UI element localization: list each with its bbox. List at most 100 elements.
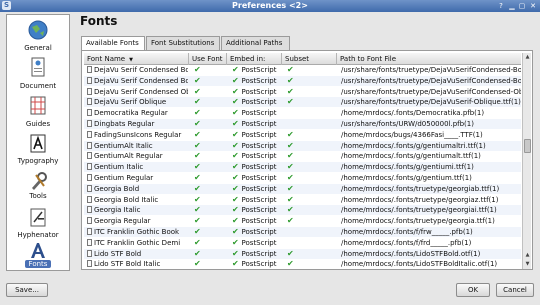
embed-in-checkbox[interactable]: ✔ PostScript [232, 184, 284, 194]
help-icon[interactable]: ? [496, 1, 506, 11]
use-font-checkbox[interactable]: ✔ [194, 249, 224, 259]
sidebar-item-tools[interactable]: Tools [7, 169, 69, 205]
scroll-thumb[interactable] [524, 139, 531, 153]
table-row[interactable]: Lido STF Bold ✔ ✔ PostScript ✔/home/mrdocs/… [84, 248, 521, 259]
use-font-checkbox[interactable]: ✔ [194, 151, 224, 161]
table-row[interactable]: DejaVu Serif Condensed Obl ✔ ✔ PostScript ✔… [84, 87, 521, 97]
table-row[interactable]: Gentium Regular ✔ ✔ PostScript ✔/home/mrdoc… [84, 173, 521, 183]
use-font-checkbox[interactable]: ✔ [194, 130, 224, 140]
use-font-checkbox[interactable]: ✔ [194, 238, 224, 248]
embed-in-checkbox[interactable]: ✔ PostScript [232, 162, 284, 172]
table-row[interactable]: ITC Franklin Gothic Demi ✔ ✔ PostScript/ho… [84, 238, 521, 248]
subset-checkbox[interactable]: ✔ [287, 97, 327, 107]
embed-in-checkbox[interactable]: ✔ PostScript [232, 65, 284, 75]
embed-in-checkbox[interactable]: ✔ PostScript [232, 97, 284, 107]
embed-in-checkbox[interactable]: ✔ PostScript [232, 119, 284, 129]
sidebar-item-fonts[interactable]: Fonts [7, 241, 69, 270]
use-font-checkbox[interactable]: ✔ [194, 173, 224, 183]
use-font-checkbox[interactable]: ✔ [194, 87, 224, 97]
use-font-checkbox[interactable]: ✔ [194, 205, 224, 215]
subset-checkbox[interactable]: ✔ [287, 195, 327, 205]
scroll-down-icon[interactable]: ▼ [523, 260, 532, 269]
vertical-scrollbar[interactable]: ▲ ▲ ▼ [522, 53, 531, 269]
column-header-font-name[interactable]: Font Name ▼ [84, 53, 189, 65]
embed-in-checkbox[interactable]: ✔ PostScript [232, 259, 284, 269]
embed-in-checkbox[interactable]: ✔ PostScript [232, 216, 284, 226]
embed-in-checkbox[interactable]: ✔ PostScript [232, 195, 284, 205]
use-font-checkbox[interactable]: ✔ [194, 119, 224, 129]
subset-checkbox[interactable] [287, 119, 327, 129]
use-font-checkbox[interactable]: ✔ [194, 162, 224, 172]
sidebar-item-typography[interactable]: Typography [7, 131, 69, 167]
use-font-checkbox[interactable]: ✔ [194, 141, 224, 151]
embed-in-checkbox[interactable]: ✔ PostScript [232, 173, 284, 183]
scroll-up-icon[interactable]: ▲ [523, 251, 532, 260]
table-row[interactable]: DejaVu Serif Condensed Bold ✔ ✔ PostScript… [84, 65, 521, 75]
table-row[interactable]: DejaVu Serif Oblique ✔ ✔ PostScript ✔/usr/s… [84, 97, 521, 108]
tab-additional-paths[interactable]: Additional Paths [221, 36, 290, 50]
table-row[interactable]: GentiumAlt Regular ✔ ✔ PostScript ✔/home/mr… [84, 151, 521, 161]
subset-checkbox[interactable] [287, 238, 327, 248]
tab-available-fonts[interactable]: Available Fonts [81, 36, 145, 51]
subset-checkbox[interactable]: ✔ [287, 151, 327, 161]
subset-checkbox[interactable]: ✔ [287, 205, 327, 215]
table-row[interactable]: Georgia Bold Italic ✔ ✔ PostScript ✔/home/m… [84, 195, 521, 205]
table-row[interactable]: DejaVu Serif Condensed Bold ✔ ✔ PostScript… [84, 75, 521, 86]
embed-in-checkbox[interactable]: ✔ PostScript [232, 205, 284, 215]
table-row[interactable]: Lido STF Bold Italic ✔ ✔ PostScript ✔/home/… [84, 259, 521, 269]
embed-in-checkbox[interactable]: ✔ PostScript [232, 108, 284, 118]
table-row[interactable]: Georgia Italic ✔ ✔ PostScript ✔/home/mrdocs… [84, 205, 521, 216]
close-icon[interactable]: ✕ [528, 1, 538, 11]
subset-checkbox[interactable]: ✔ [287, 249, 327, 259]
ok-button[interactable]: OK [456, 283, 490, 297]
embed-in-checkbox[interactable]: ✔ PostScript [232, 87, 284, 97]
table-row[interactable]: ITC Franklin Gothic Book ✔ ✔ PostScript/ho… [84, 227, 521, 237]
subset-checkbox[interactable]: ✔ [287, 259, 327, 269]
table-row[interactable]: Georgia Bold ✔ ✔ PostScript ✔/home/mrdocs/.… [84, 183, 521, 194]
column-header-use-font[interactable]: Use Font [189, 53, 227, 65]
table-row[interactable]: FadingSunsIcons Regular ✔ ✔ PostScript ✔/ho… [84, 130, 521, 140]
embed-in-checkbox[interactable]: ✔ PostScript [232, 238, 284, 248]
use-font-checkbox[interactable]: ✔ [194, 195, 224, 205]
embed-in-checkbox[interactable]: ✔ PostScript [232, 249, 284, 259]
subset-checkbox[interactable]: ✔ [287, 65, 327, 75]
embed-in-checkbox[interactable]: ✔ PostScript [232, 151, 284, 161]
sidebar-item-document[interactable]: Document [7, 55, 69, 91]
use-font-checkbox[interactable]: ✔ [194, 259, 224, 269]
save-button[interactable]: Save... [6, 283, 48, 297]
tab-font-substitutions[interactable]: Font Substitutions [146, 36, 220, 50]
sidebar-item-hyphenator[interactable]: Hyphenator [7, 205, 69, 241]
use-font-checkbox[interactable]: ✔ [194, 97, 224, 107]
use-font-checkbox[interactable]: ✔ [194, 184, 224, 194]
subset-checkbox[interactable]: ✔ [287, 184, 327, 194]
subset-checkbox[interactable]: ✔ [287, 162, 327, 172]
subset-checkbox[interactable]: ✔ [287, 87, 327, 97]
column-header-subset[interactable]: Subset [282, 53, 337, 65]
use-font-checkbox[interactable]: ✔ [194, 216, 224, 226]
table-row[interactable]: Georgia Regular ✔ ✔ PostScript ✔/home/mrdoc… [84, 216, 521, 226]
use-font-checkbox[interactable]: ✔ [194, 227, 224, 237]
table-row[interactable]: Democratika Regular ✔ ✔ PostScript/home/mr… [84, 108, 521, 118]
subset-checkbox[interactable]: ✔ [287, 216, 327, 226]
subset-checkbox[interactable]: ✔ [287, 141, 327, 151]
sidebar-item-general[interactable]: General [7, 17, 69, 53]
use-font-checkbox[interactable]: ✔ [194, 76, 224, 86]
subset-checkbox[interactable]: ✔ [287, 76, 327, 86]
use-font-checkbox[interactable]: ✔ [194, 65, 224, 75]
scroll-up-icon[interactable]: ▲ [523, 53, 532, 62]
sidebar-item-guides[interactable]: Guides [7, 93, 69, 129]
embed-in-checkbox[interactable]: ✔ PostScript [232, 76, 284, 86]
embed-in-checkbox[interactable]: ✔ PostScript [232, 141, 284, 151]
table-row[interactable]: Gentium Italic ✔ ✔ PostScript ✔/home/mrdocs… [84, 162, 521, 173]
table-row[interactable]: Dingbats Regular ✔ ✔ PostScript/usr/share/… [84, 119, 521, 129]
column-header-path[interactable]: Path to Font File [337, 53, 521, 65]
cancel-button[interactable]: Cancel [496, 283, 534, 297]
maximize-icon[interactable]: ▢ [517, 1, 527, 11]
embed-in-checkbox[interactable]: ✔ PostScript [232, 227, 284, 237]
table-row[interactable]: GentiumAlt Italic ✔ ✔ PostScript ✔/home/mrd… [84, 140, 521, 151]
subset-checkbox[interactable]: ✔ [287, 130, 327, 140]
subset-checkbox[interactable] [287, 227, 327, 237]
subset-checkbox[interactable] [287, 108, 327, 118]
minimize-icon[interactable]: ▁ [507, 1, 517, 11]
column-header-embed-in[interactable]: Embed in: [227, 53, 282, 65]
